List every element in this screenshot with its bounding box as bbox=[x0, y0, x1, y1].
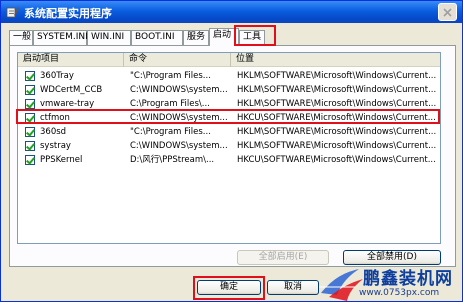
checkbox[interactable] bbox=[25, 127, 35, 137]
item-name: systray bbox=[40, 141, 71, 151]
list-item[interactable]: PPSKernel D:\风行\PPStream\... HKCU\SOFTWA… bbox=[18, 153, 440, 167]
item-command: C:\WINDOWS\system... bbox=[130, 141, 228, 151]
cancel-button[interactable]: 取消 bbox=[267, 280, 319, 295]
checkbox[interactable] bbox=[25, 85, 35, 95]
item-command: D:\风行\PPStream\... bbox=[130, 155, 215, 165]
checkbox[interactable] bbox=[25, 141, 35, 151]
tab-services[interactable]: 服务 bbox=[183, 30, 209, 45]
checkbox[interactable] bbox=[25, 71, 35, 81]
checkbox[interactable] bbox=[25, 99, 35, 109]
item-location: HKLM\SOFTWARE\Microsoft\Windows\Current.… bbox=[237, 85, 437, 95]
enable-all-button[interactable]: 全部启用(E) bbox=[237, 250, 329, 265]
tab-general[interactable]: 一般 bbox=[9, 30, 33, 45]
column-header-location[interactable]: 位置 bbox=[231, 53, 440, 67]
item-command: "C:\Program Files... bbox=[130, 71, 211, 81]
tab-boot-ini[interactable]: BOOT.INI bbox=[131, 30, 183, 45]
checkbox[interactable] bbox=[25, 155, 35, 165]
item-command: "C:\Program Files... bbox=[130, 127, 211, 137]
item-name: 360Tray bbox=[40, 71, 74, 81]
tab-system-ini[interactable]: SYSTEM.INI bbox=[33, 30, 88, 45]
item-location: HKLM\SOFTWARE\Microsoft\Windows\Current.… bbox=[237, 71, 437, 81]
item-location: HKLM\SOFTWARE\Microsoft\Windows\Current.… bbox=[237, 127, 437, 137]
window-title: 系统配置实用程序 bbox=[24, 7, 112, 20]
close-icon bbox=[443, 7, 452, 17]
ctfmon-row-highlight bbox=[16, 109, 440, 124]
item-name: WDCertM_CCB bbox=[40, 85, 103, 95]
list-item[interactable]: systray C:\WINDOWS\system... HKLM\SOFTWA… bbox=[18, 139, 440, 153]
item-command: C:\WINDOWS\system... bbox=[130, 85, 228, 95]
list-item[interactable]: 360Tray "C:\Program Files... HKLM\SOFTWA… bbox=[18, 69, 440, 83]
startup-tab-highlight bbox=[234, 25, 276, 46]
column-header-command[interactable]: 命令 bbox=[124, 53, 231, 67]
watermark-brand: 鹏鑫装机网 bbox=[363, 269, 453, 289]
item-name: PPSKernel bbox=[40, 155, 83, 165]
system-config-window: 系统配置实用程序 一般 SYSTEM.INI WIN.INI BOOT.INI … bbox=[0, 0, 463, 302]
title-bar[interactable]: 系统配置实用程序 bbox=[1, 1, 462, 23]
list-item[interactable]: 360sd "C:\Program Files... HKLM\SOFTWARE… bbox=[18, 125, 440, 139]
item-location: HKCU\SOFTWARE\Microsoft\Windows\Current.… bbox=[237, 155, 436, 165]
tab-win-ini[interactable]: WIN.INI bbox=[87, 30, 131, 45]
list-item[interactable]: WDCertM_CCB C:\WINDOWS\system... HKLM\SO… bbox=[18, 83, 440, 97]
item-location: HKLM\SOFTWARE\Microsoft\Windows\Current.… bbox=[237, 141, 437, 151]
list-header: 启动项目 命令 位置 bbox=[18, 53, 440, 67]
watermark-url: www.0753px.com bbox=[359, 288, 440, 298]
startup-list[interactable]: 启动项目 命令 位置 360Tray "C:\Program Files... … bbox=[17, 52, 441, 244]
item-name: 360sd bbox=[40, 127, 67, 137]
column-header-item[interactable]: 启动项目 bbox=[18, 53, 124, 67]
close-button[interactable] bbox=[438, 3, 457, 21]
ok-button-highlight bbox=[193, 276, 265, 300]
msconfig-icon bbox=[6, 7, 19, 18]
